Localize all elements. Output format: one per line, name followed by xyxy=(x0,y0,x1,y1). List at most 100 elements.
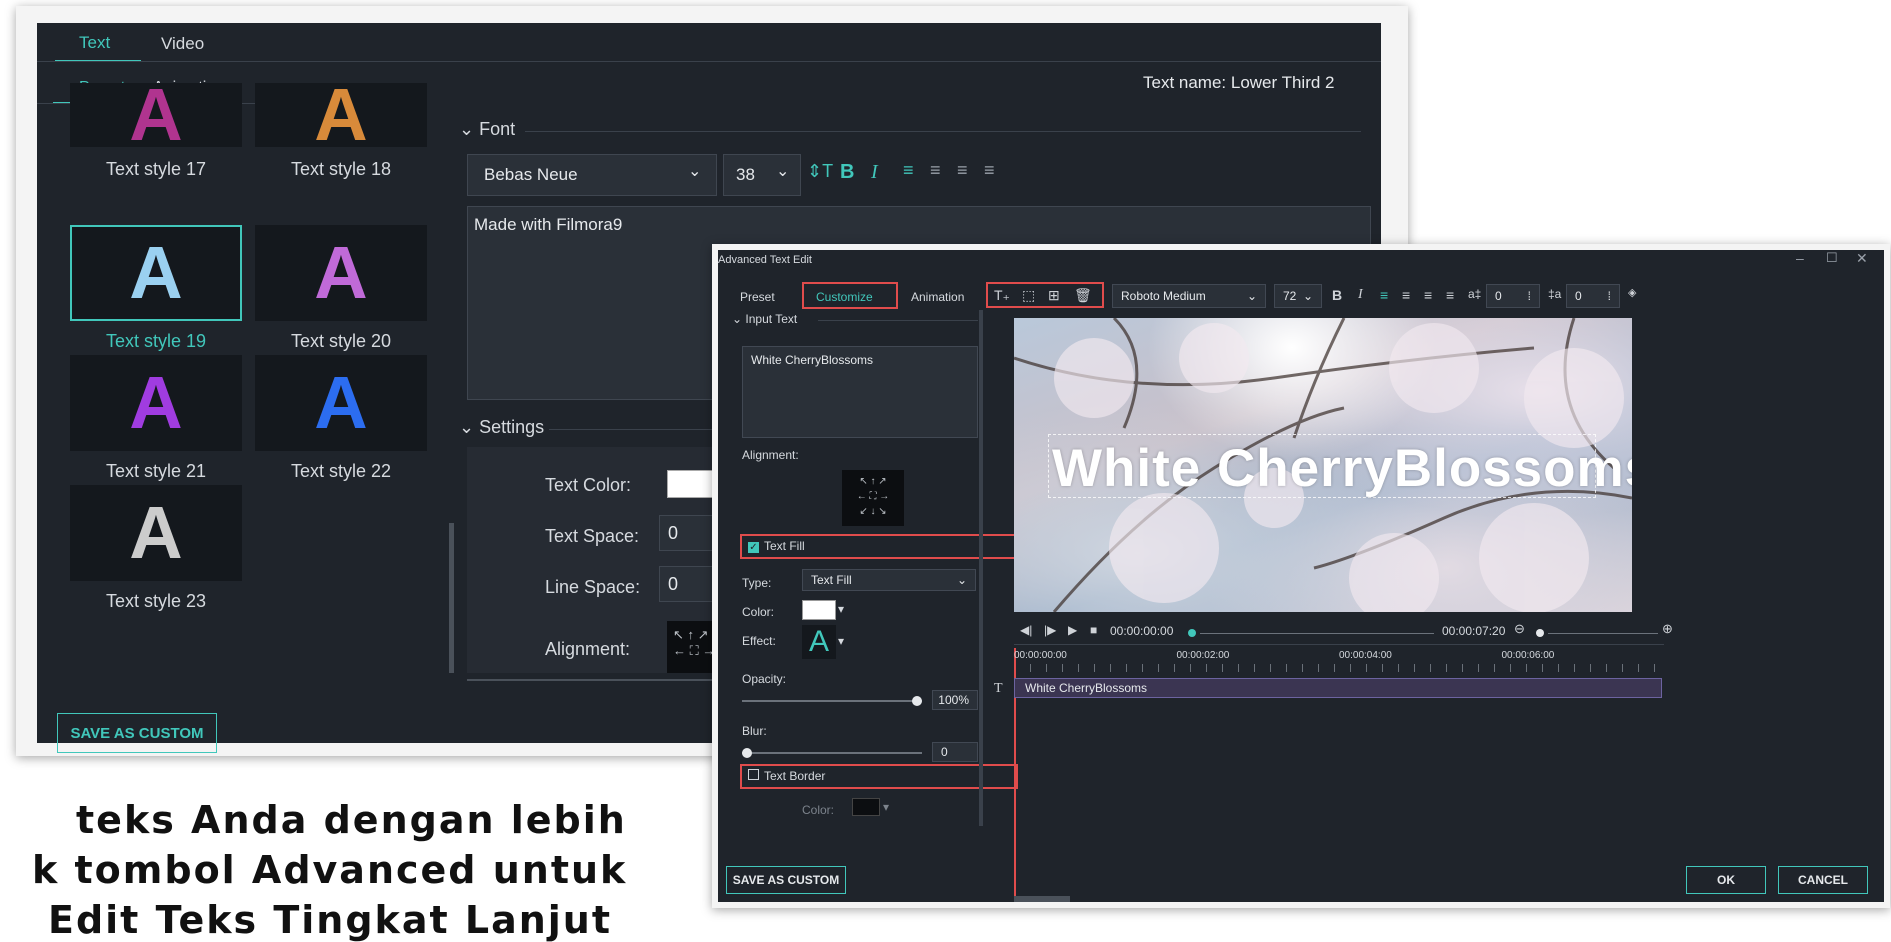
add-shape-icon[interactable]: ⬚ xyxy=(1022,288,1035,302)
zoom-slider-track[interactable] xyxy=(1548,633,1658,634)
text-style-card[interactable]: A xyxy=(70,78,242,152)
ruler-tick-label: 00:00:02:00 xyxy=(1176,650,1230,661)
text-color-label: Text Color: xyxy=(545,475,632,495)
zoom-slider-knob[interactable] xyxy=(1536,629,1544,637)
font-family-select[interactable]: Roboto Medium ⌄ xyxy=(1112,284,1266,308)
italic-icon[interactable]: I xyxy=(871,161,878,184)
font-section-header[interactable]: ⌄ Font xyxy=(459,119,515,140)
timeline-scrollbar[interactable] xyxy=(1014,896,1070,902)
input-text-header[interactable]: ⌄ Input Text xyxy=(732,312,797,326)
timeline-text-clip[interactable]: White CherryBlossoms xyxy=(1014,678,1662,698)
play-icon[interactable]: ▶ xyxy=(1068,624,1077,636)
tab-text[interactable]: Text xyxy=(79,33,110,53)
text-size-icon[interactable]: ⇕T xyxy=(807,161,833,182)
italic-icon[interactable]: I xyxy=(1358,288,1363,302)
ok-button[interactable]: OK xyxy=(1686,866,1766,894)
letter-spacing-icon[interactable]: a‡ xyxy=(1468,288,1481,300)
zoom-out-icon[interactable]: ⊖ xyxy=(1514,622,1525,635)
ruler-tick-label: 00:00:00:00 xyxy=(1014,650,1067,661)
align-justify-icon[interactable]: ≡ xyxy=(984,160,995,181)
video-preview[interactable]: White CherryBlossoms xyxy=(1014,318,1632,612)
text-style-card[interactable]: A xyxy=(70,225,242,321)
text-style-preview-glyph: A xyxy=(314,231,368,314)
playhead-knob[interactable] xyxy=(1188,629,1196,637)
text-fill-toggle[interactable]: ✓ Text Fill xyxy=(748,539,805,553)
close-icon[interactable]: ✕ xyxy=(1856,250,1868,267)
video-caption-text[interactable]: White CherryBlossoms xyxy=(1052,438,1632,499)
align-left-icon[interactable]: ≡ xyxy=(903,160,914,181)
tab-video[interactable]: Video xyxy=(161,34,204,54)
add-image-icon[interactable]: ⊞ xyxy=(1048,288,1060,302)
line-spacing-input[interactable]: 0 ⁞ xyxy=(1566,284,1620,308)
text-border-toggle[interactable]: Text Border xyxy=(748,769,825,783)
save-as-custom-button[interactable]: SAVE AS CUSTOM xyxy=(726,866,846,894)
text-style-card[interactable]: A xyxy=(70,355,242,451)
chevron-down-icon[interactable]: ▾ xyxy=(838,602,844,616)
blur-input[interactable]: 0 xyxy=(932,742,978,762)
align-right-icon[interactable]: ≡ xyxy=(957,160,968,181)
align-center-icon[interactable]: ≡ xyxy=(1402,288,1410,302)
opacity-input[interactable]: 100% xyxy=(932,690,978,710)
text-style-preview-glyph: A xyxy=(129,73,183,156)
advanced-text-edit-dialog: Advanced Text Edit – ☐ ✕ Preset Customiz… xyxy=(712,244,1890,908)
text-style-card[interactable]: A xyxy=(255,78,427,152)
maximize-icon[interactable]: ☐ xyxy=(1826,250,1838,266)
border-color-swatch[interactable] xyxy=(852,798,880,816)
stepper-icon: ⁞ xyxy=(1607,289,1611,303)
bold-icon[interactable]: B xyxy=(1332,288,1342,302)
text-color-swatch[interactable] xyxy=(667,470,717,498)
blur-label: Blur: xyxy=(742,724,767,738)
align-right-icon[interactable]: ≡ xyxy=(1424,288,1432,302)
text-name-label: Text name: Lower Third 2 xyxy=(1143,73,1335,92)
settings-section-header[interactable]: ⌄ Settings xyxy=(459,417,544,438)
chevron-down-icon: ⌄ xyxy=(732,312,746,326)
font-size-select[interactable]: 38 ⌄ xyxy=(723,154,801,196)
opacity-slider-knob[interactable] xyxy=(912,696,922,706)
align-center-icon[interactable]: ≡ xyxy=(930,160,941,181)
effect-preview[interactable]: A xyxy=(802,625,836,659)
stop-icon[interactable]: ■ xyxy=(1090,624,1097,636)
fill-color-swatch[interactable] xyxy=(802,600,836,620)
text-style-card[interactable]: A xyxy=(255,225,427,321)
cancel-button[interactable]: CANCEL xyxy=(1778,866,1868,894)
style-grid-scrollbar[interactable] xyxy=(449,523,454,673)
add-text-icon[interactable]: T₊ xyxy=(994,288,1010,302)
alignment-grid[interactable]: ↖ ↑ ↗ ← ⛶ → ↙ ↓ ↘ xyxy=(842,470,904,526)
tab-preset[interactable]: Preset xyxy=(740,290,775,304)
text-style-card[interactable]: A xyxy=(255,355,427,451)
align-left-icon[interactable]: ≡ xyxy=(1380,288,1388,302)
chevron-down-icon[interactable]: ▾ xyxy=(883,800,889,814)
minimize-icon[interactable]: – xyxy=(1796,250,1804,266)
text-style-preview-glyph: A xyxy=(314,361,368,444)
next-frame-icon[interactable]: |▶ xyxy=(1044,624,1056,636)
blur-slider-track[interactable] xyxy=(742,748,922,758)
text-style-label: Text style 19 xyxy=(105,331,207,351)
align-justify-icon[interactable]: ≡ xyxy=(1446,288,1454,302)
prev-frame-icon[interactable]: ◀| xyxy=(1020,624,1032,636)
caption-line-2: k tombol Advanced untuk xyxy=(32,848,628,892)
letter-spacing-input[interactable]: 0 ⁞ xyxy=(1486,284,1540,308)
chevron-down-icon: ⌄ xyxy=(776,163,790,180)
font-size-select[interactable]: 72 ⌄ xyxy=(1274,284,1322,308)
delete-icon[interactable]: 🗑 xyxy=(1074,288,1092,302)
tabs-divider xyxy=(37,61,1381,62)
left-panel-scrollbar[interactable] xyxy=(979,310,983,826)
chevron-down-icon[interactable]: ▾ xyxy=(838,634,844,648)
more-icon[interactable]: ◈ xyxy=(1628,288,1636,299)
blur-slider-knob[interactable] xyxy=(742,748,752,758)
customize-highlight xyxy=(802,282,898,309)
text-style-card[interactable]: A xyxy=(70,485,242,581)
advanced-text-edit-body: Advanced Text Edit – ☐ ✕ Preset Customiz… xyxy=(718,250,1884,902)
line-spacing-icon[interactable]: ‡a xyxy=(1548,288,1561,300)
save-as-custom-button[interactable]: SAVE AS CUSTOM xyxy=(57,713,217,753)
progress-track[interactable] xyxy=(1200,633,1434,634)
timeline-top-border xyxy=(1014,644,1664,645)
fill-type-select[interactable]: Text Fill ⌄ xyxy=(802,569,976,591)
font-family-select[interactable]: Bebas Neue ⌄ xyxy=(467,154,717,196)
opacity-slider-track[interactable] xyxy=(742,696,922,706)
bold-icon[interactable]: B xyxy=(840,161,854,184)
tab-animation[interactable]: Animation xyxy=(911,290,964,304)
input-text-area[interactable]: White CherryBlossoms xyxy=(742,346,978,438)
chevron-down-icon: ⌄ xyxy=(1246,289,1257,303)
zoom-in-icon[interactable]: ⊕ xyxy=(1662,622,1673,635)
